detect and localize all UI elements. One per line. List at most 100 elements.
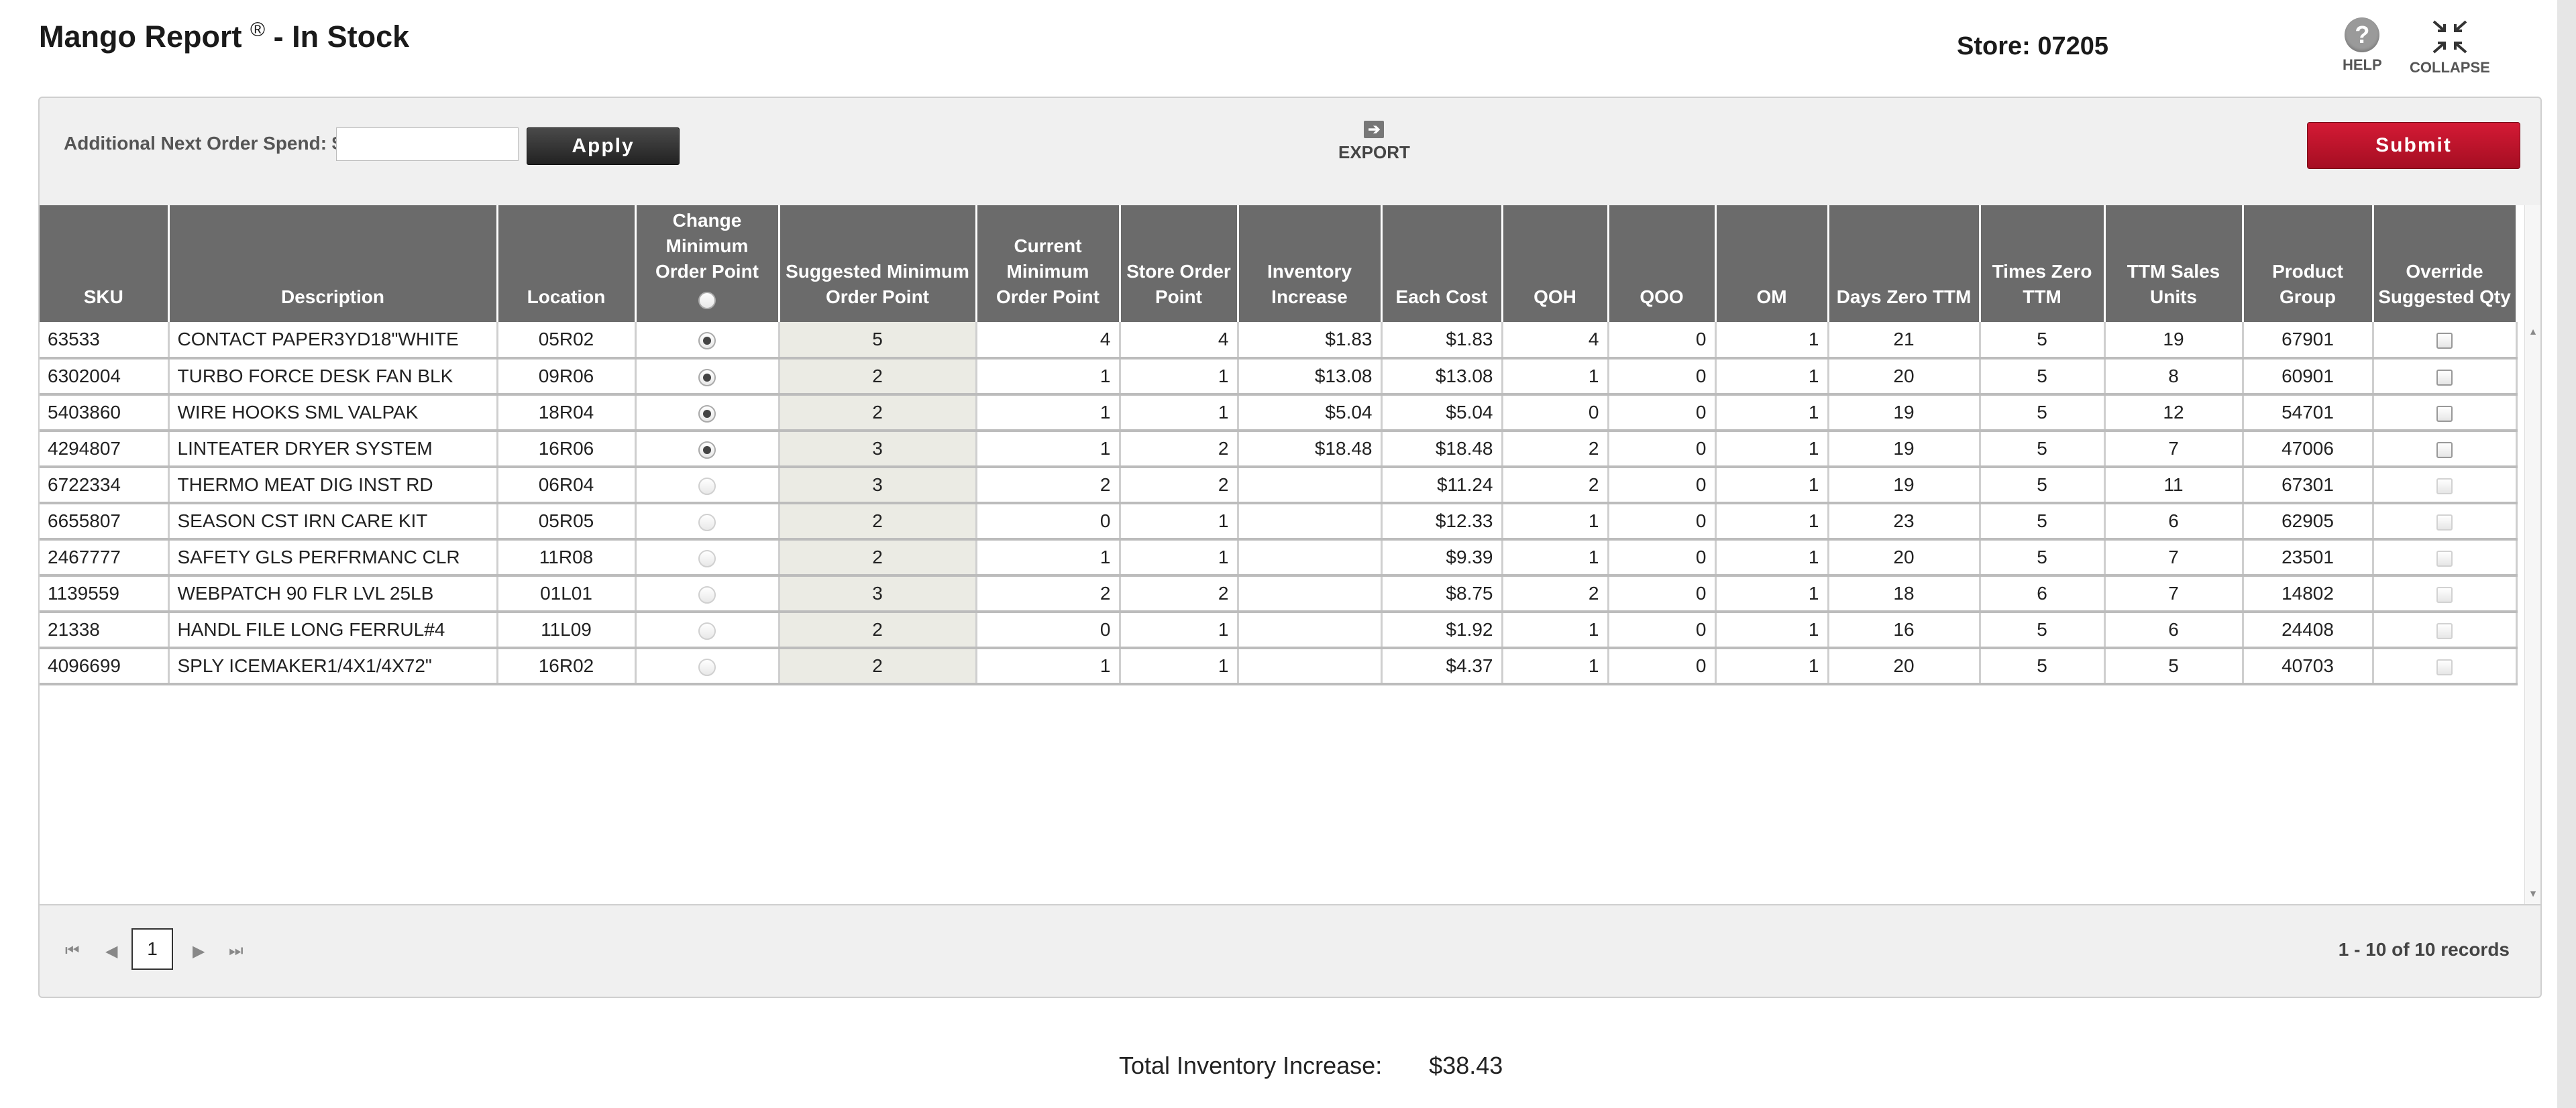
scroll-down-icon[interactable]: ▼ [2525, 888, 2540, 899]
column-header[interactable]: OM [1715, 205, 1829, 322]
last-page-icon[interactable]: ⏭ [229, 942, 244, 960]
table-row[interactable]: 6302004 TURBO FORCE DESK FAN BLK 09R06 2 1 1 $… [40, 358, 2518, 396]
prev-page-icon[interactable]: ◀ [105, 942, 117, 961]
sku-cell: 1139559 [40, 575, 170, 613]
current-min-order-value: 1 [1099, 366, 1111, 386]
override-checkbox[interactable] [2436, 332, 2453, 349]
ttm-sales-units-cell: 12 [2104, 394, 2244, 432]
column-header[interactable]: Change Minimum Order Point [635, 205, 780, 322]
change-min-order-radio[interactable] [698, 658, 716, 676]
suggested-min-order-value[interactable]: 3 [872, 438, 883, 459]
each-cost-cell: $5.04 [1381, 394, 1503, 432]
table-row[interactable]: 2467777 SAFETY GLS PERFRMANC CLR 11R08 2 1 1 $… [40, 539, 2518, 577]
suggested-min-order-value[interactable]: 5 [872, 329, 883, 349]
override-checkbox[interactable] [2436, 550, 2453, 567]
table-row[interactable]: 63533 CONTACT PAPER3YD18"WHITE 05R02 5 4 4 $1.… [40, 322, 2518, 359]
column-header[interactable]: Description [168, 205, 498, 322]
suggested-min-order-value[interactable]: 2 [872, 619, 883, 640]
change-min-order-radio[interactable] [698, 549, 716, 567]
override-checkbox[interactable] [2436, 659, 2453, 675]
submit-button[interactable]: Submit [2307, 122, 2520, 169]
table-row[interactable]: 1139559 WEBPATCH 90 FLR LVL 25LB 01L01 3 2 2 $… [40, 575, 2518, 613]
column-header[interactable]: Each Cost [1381, 205, 1503, 322]
column-header[interactable]: Location [497, 205, 637, 322]
override-checkbox[interactable] [2436, 622, 2453, 639]
change-min-order-radio[interactable] [698, 622, 716, 640]
override-checkbox[interactable] [2436, 586, 2453, 603]
current-min-order-cell: 2 [976, 467, 1121, 504]
om-cell: 1 [1715, 467, 1829, 504]
sku-cell: 6655807 [40, 503, 170, 541]
vertical-scrollbar[interactable]: ▲ ▼ [2524, 205, 2540, 904]
help-button[interactable]: ? HELP [2343, 17, 2382, 74]
each-cost-cell: $8.75 [1381, 575, 1503, 613]
column-header[interactable]: Days Zero TTM [1828, 205, 1981, 322]
table-row[interactable]: 5403860 WIRE HOOKS SML VALPAK 18R04 2 1 1 $5.0… [40, 394, 2518, 432]
om-value: 1 [1808, 547, 1819, 567]
override-checkbox[interactable] [2436, 478, 2453, 494]
column-header[interactable]: Current Minimum Order Point [976, 205, 1121, 322]
description-cell: HANDL FILE LONG FERRUL#4 [168, 612, 498, 649]
change-min-order-radio[interactable] [698, 477, 716, 495]
store-order-point-value: 2 [1218, 583, 1229, 604]
product-group-cell: 40703 [2243, 648, 2374, 685]
each-cost-value: $1.92 [1446, 619, 1493, 640]
suggested-min-order-value[interactable]: 2 [872, 547, 883, 567]
table-row[interactable]: 4294807 LINTEATER DRYER SYSTEM 16R06 3 1 2 $18… [40, 431, 2518, 468]
suggested-min-order-value[interactable]: 2 [872, 510, 883, 531]
change-min-order-radio[interactable] [698, 586, 716, 604]
column-header[interactable]: Store Order Point [1120, 205, 1239, 322]
change-min-order-radio[interactable] [698, 513, 716, 531]
spend-input[interactable] [336, 127, 519, 161]
times-zero-ttm-cell: 5 [1980, 503, 2106, 541]
inventory-increase-value: $13.08 [1314, 366, 1373, 386]
om-value: 1 [1808, 366, 1819, 386]
suggested-min-order-value[interactable]: 3 [872, 583, 883, 604]
column-header[interactable]: Override Suggested Qty [2373, 205, 2518, 322]
suggested-min-order-value[interactable]: 2 [872, 655, 883, 676]
suggested-min-order-value[interactable]: 3 [872, 474, 883, 495]
table-row[interactable]: 21338 HANDL FILE LONG FERRUL#4 11L09 2 0 1 $1.… [40, 612, 2518, 649]
scroll-up-icon[interactable]: ▲ [2525, 326, 2540, 337]
override-checkbox[interactable] [2436, 514, 2453, 531]
change-min-order-radio-cell [635, 322, 780, 359]
table-row[interactable]: 4096699 SPLY ICEMAKER1/4X1/4X72" 16R02 2 1 1 $… [40, 648, 2518, 685]
product-group-value: 40703 [2282, 655, 2334, 676]
qoh-cell: 1 [1502, 503, 1609, 541]
column-header[interactable]: SKU [40, 205, 170, 322]
suggested-min-order-value[interactable]: 2 [872, 366, 883, 386]
change-all-radio[interactable] [698, 291, 716, 309]
override-checkbox[interactable] [2436, 405, 2453, 422]
column-header[interactable]: Inventory Increase [1238, 205, 1383, 322]
change-min-order-radio[interactable] [698, 368, 716, 386]
days-zero-ttm-value: 19 [1893, 474, 1915, 495]
override-checkbox[interactable] [2436, 369, 2453, 386]
column-header[interactable]: QOH [1502, 205, 1609, 322]
first-page-icon[interactable]: ⏮ [65, 942, 80, 960]
column-header[interactable]: TTM Sales Units [2104, 205, 2244, 322]
override-checkbox[interactable] [2436, 441, 2453, 458]
apply-button[interactable]: Apply [527, 127, 680, 165]
change-min-order-radio[interactable] [698, 404, 716, 423]
table-row[interactable]: 6722334 THERMO MEAT DIG INST RD 06R04 3 2 2 $1… [40, 467, 2518, 504]
collapse-button[interactable]: COLLAPSE [2410, 17, 2490, 76]
days-zero-ttm-value: 20 [1893, 366, 1915, 386]
change-min-order-radio[interactable] [698, 331, 716, 349]
change-min-order-radio[interactable] [698, 441, 716, 459]
column-header[interactable]: Product Group [2243, 205, 2374, 322]
times-zero-ttm-value: 5 [2037, 474, 2047, 495]
column-header[interactable]: Suggested Minimum Order Point [779, 205, 977, 322]
export-button[interactable]: ➔ EXPORT [1338, 121, 1410, 163]
current-min-order-cell: 4 [976, 322, 1121, 359]
sku-cell: 4096699 [40, 648, 170, 685]
suggested-min-order-value[interactable]: 2 [872, 402, 883, 423]
ttm-sales-units-cell: 7 [2104, 431, 2244, 468]
column-header[interactable]: Times Zero TTM [1980, 205, 2106, 322]
table-row[interactable]: 6655807 SEASON CST IRN CARE KIT 05R05 2 0 1 $1… [40, 503, 2518, 541]
product-group-value: 67901 [2282, 329, 2334, 349]
current-page-button[interactable]: 1 [131, 928, 173, 970]
next-page-icon[interactable]: ▶ [193, 942, 205, 961]
column-header[interactable]: QOO [1608, 205, 1717, 322]
times-zero-ttm-value: 5 [2037, 329, 2047, 349]
sku-value: 4294807 [48, 438, 121, 459]
